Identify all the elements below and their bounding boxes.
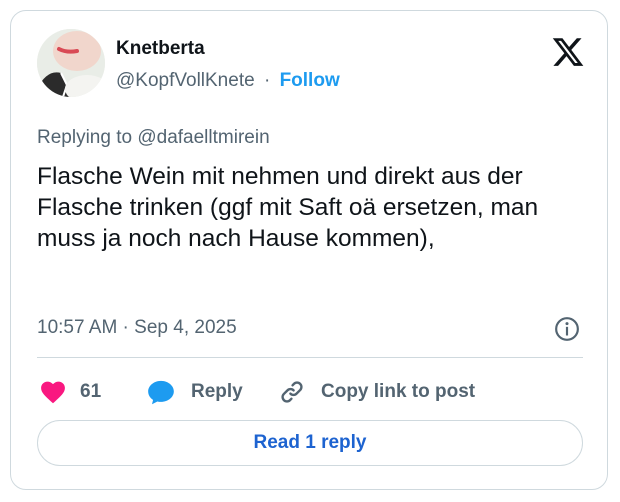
avatar-image bbox=[37, 29, 105, 97]
replying-to: Replying to @dafaelltmirein bbox=[37, 127, 270, 149]
reply-button[interactable]: Reply bbox=[147, 376, 243, 408]
reply-label: Reply bbox=[191, 381, 243, 402]
read-replies-button[interactable]: Read 1 reply bbox=[37, 420, 583, 466]
timestamp[interactable]: 10:57 AM · Sep 4, 2025 bbox=[37, 317, 237, 339]
x-logo-icon[interactable] bbox=[550, 35, 586, 69]
handle-row: @KopfVollKnete · Follow bbox=[116, 70, 340, 92]
copy-link-label: Copy link to post bbox=[321, 381, 476, 402]
copy-link-button[interactable]: Copy link to post bbox=[279, 376, 475, 408]
link-icon bbox=[281, 381, 303, 403]
divider bbox=[37, 357, 583, 358]
replying-to-prefix: Replying to bbox=[37, 127, 138, 148]
separator-dot: · bbox=[263, 70, 271, 91]
display-name[interactable]: Knetberta bbox=[116, 38, 205, 60]
follow-button[interactable]: Follow bbox=[280, 70, 340, 91]
tweet-text: Flasche Wein mit nehmen und direkt aus d… bbox=[37, 163, 539, 252]
info-icon[interactable] bbox=[554, 316, 580, 342]
like-count: 61 bbox=[80, 381, 102, 402]
replying-to-mention[interactable]: @dafaelltmirein bbox=[137, 127, 269, 148]
heart-icon bbox=[41, 381, 65, 404]
speech-bubble-icon bbox=[148, 380, 174, 405]
tweet-card: Knetberta @KopfVollKnete · Follow Replyi… bbox=[10, 10, 608, 490]
user-handle[interactable]: @KopfVollKnete bbox=[116, 70, 255, 91]
avatar[interactable] bbox=[37, 29, 105, 97]
like-button[interactable]: 61 bbox=[40, 376, 101, 408]
